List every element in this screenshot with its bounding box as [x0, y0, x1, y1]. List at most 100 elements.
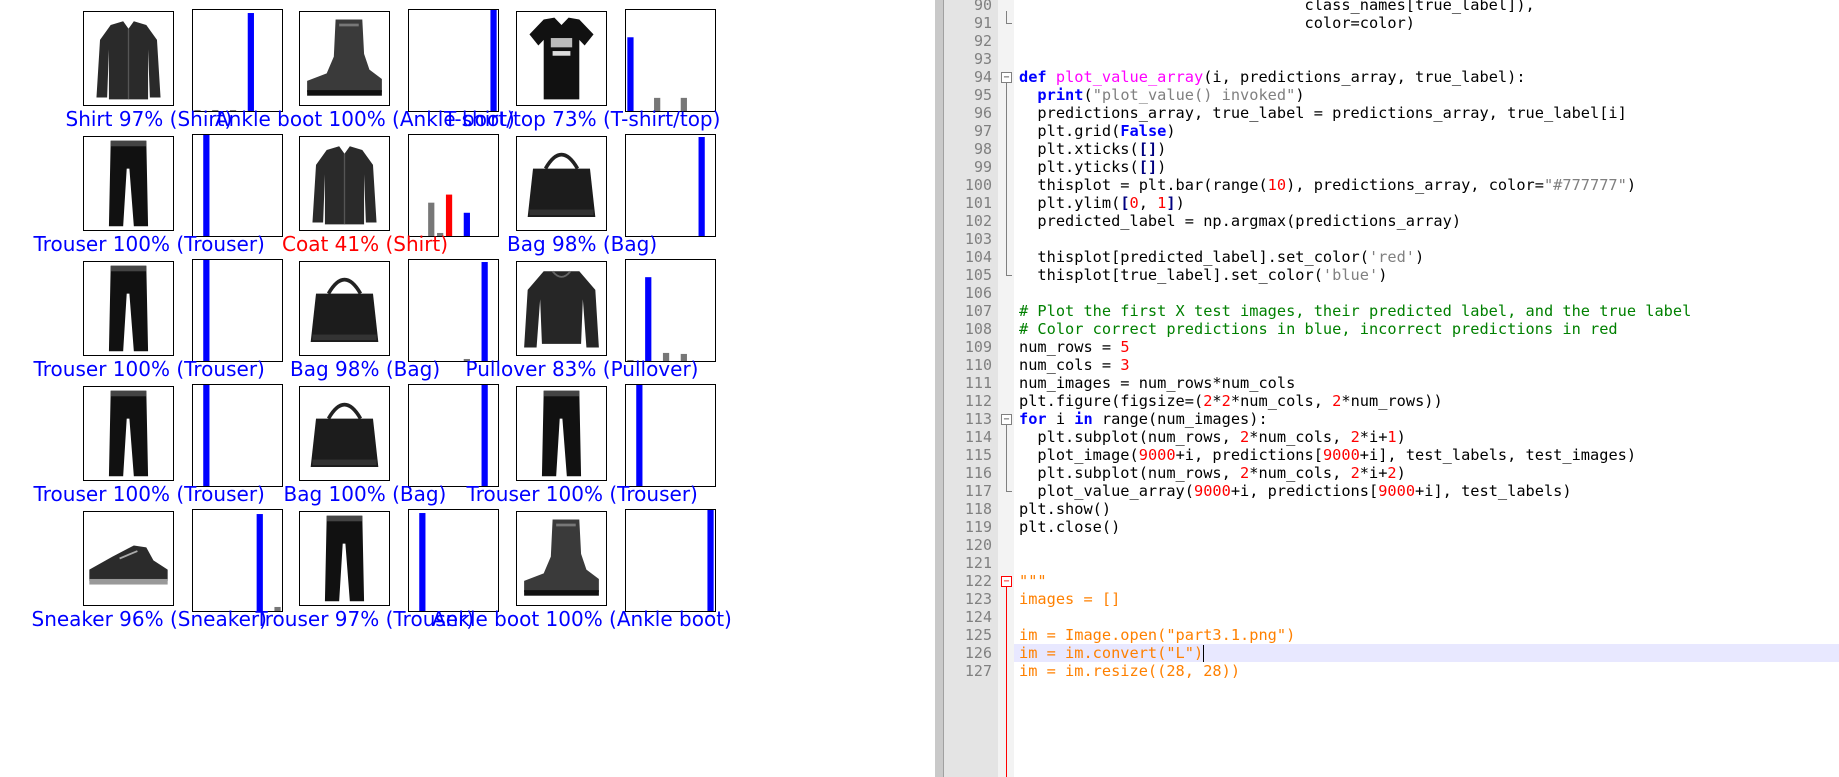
code-token: 9000: [1193, 482, 1231, 500]
code-token: plt.subplot(num_rows,: [1019, 428, 1241, 446]
probability-bar-chart: [408, 134, 499, 237]
line-number: 123: [964, 590, 992, 608]
probability-bar-6: [463, 212, 470, 236]
code-token: 2: [1240, 428, 1250, 446]
code-line[interactable]: # Plot the first X test images, their pr…: [1019, 302, 1691, 320]
code-token: plt.ylim(: [1019, 194, 1121, 212]
code-line[interactable]: print("plot_value() invoked"): [1019, 86, 1304, 104]
code-line[interactable]: predicted_label = np.argmax(predictions_…: [1019, 212, 1461, 230]
shirt-image: [83, 11, 174, 106]
code-token: (i, predictions_array, true_label):: [1203, 68, 1526, 86]
code-line[interactable]: class_names[true_label]),: [1019, 0, 1534, 14]
fold-toggle-icon[interactable]: −: [1001, 576, 1012, 587]
code-token: plt.show(): [1019, 500, 1112, 518]
code-line[interactable]: num_rows = 5: [1019, 338, 1130, 356]
code-line[interactable]: plt.yticks([]): [1019, 158, 1166, 176]
code-line[interactable]: im = im.convert("L"): [1019, 644, 1205, 662]
code-line[interactable]: num_images = num_rows*num_cols: [1019, 374, 1295, 392]
prediction-figure: Shirt 97% (Shirt) Ankle boot 100% (Ankle …: [0, 0, 940, 777]
code-token: ): [1175, 194, 1185, 212]
code-token: []: [1138, 158, 1158, 176]
code-line[interactable]: plot_value_array(9000+i, predictions[900…: [1019, 482, 1571, 500]
code-token: +i, predictions[: [1175, 446, 1323, 464]
code-token: 2: [1387, 464, 1397, 482]
code-token: 3: [1120, 356, 1130, 374]
code-token: """: [1019, 572, 1047, 590]
code-line[interactable]: plot_image(9000+i, predictions[9000+i], …: [1019, 446, 1636, 464]
line-number: 120: [964, 536, 992, 554]
code-token: num_cols =: [1019, 356, 1121, 374]
probability-bar-chart: [192, 9, 283, 112]
probability-bar-chart: [192, 384, 283, 487]
code-line[interactable]: plt.subplot(num_rows, 2*num_cols, 2*i+1): [1019, 428, 1405, 446]
line-number: 119: [964, 518, 992, 536]
prediction-caption: Bag 98% (Bag): [290, 357, 441, 381]
code-line[interactable]: plt.close(): [1019, 518, 1120, 536]
code-line[interactable]: for i in range(num_images):: [1019, 410, 1268, 428]
line-number: 115: [964, 446, 992, 464]
line-number: 91: [973, 14, 992, 32]
code-token: plt.xticks(: [1019, 140, 1139, 158]
line-number: 96: [973, 104, 992, 122]
code-line[interactable]: # Color correct predictions in blue, inc…: [1019, 320, 1618, 338]
probability-bar-8: [481, 385, 488, 486]
code-token: in: [1074, 410, 1093, 428]
fold-toggle-icon[interactable]: −: [1001, 414, 1012, 425]
probability-bar-chart: [625, 259, 716, 362]
prediction-caption: Bag 98% (Bag): [507, 232, 658, 256]
code-token: 10: [1267, 176, 1287, 194]
line-number: 93: [973, 50, 992, 68]
code-token: *i+: [1359, 428, 1388, 446]
fold-toggle-icon[interactable]: −: [1001, 72, 1012, 83]
code-line[interactable]: thisplot = plt.bar(range(10), prediction…: [1019, 176, 1636, 194]
code-token: predictions_array, true_label = predicti…: [1019, 104, 1627, 122]
code-token: "#777777": [1543, 176, 1627, 194]
probability-bar-1: [203, 385, 210, 486]
code-token: 2: [1332, 392, 1342, 410]
code-line[interactable]: plt.ylim([0, 1]): [1019, 194, 1185, 212]
tshirt-image: [516, 11, 607, 106]
code-line[interactable]: color=color): [1019, 14, 1415, 32]
code-token: ): [1415, 248, 1425, 266]
code-token: 2: [1350, 464, 1360, 482]
line-number: 108: [964, 320, 992, 338]
code-line[interactable]: thisplot[true_label].set_color('blue'): [1019, 266, 1387, 284]
bag-image: [299, 261, 390, 356]
code-line[interactable]: im = Image.open("part3.1.png"): [1019, 626, 1295, 644]
probability-bar-chart: [192, 134, 283, 237]
code-line[interactable]: plt.figure(figsize=(2*2*num_cols, 2*num_…: [1019, 392, 1443, 410]
trouser-image: [299, 511, 390, 606]
line-number: 125: [964, 626, 992, 644]
prediction-caption: Sneaker 96% (Sneaker): [31, 607, 267, 631]
code-token: 5: [1120, 338, 1130, 356]
code-line[interactable]: num_cols = 3: [1019, 356, 1130, 374]
editor-scrollbar[interactable]: [935, 0, 944, 777]
code-line[interactable]: plt.grid(False): [1019, 122, 1175, 140]
text-cursor: [1203, 645, 1205, 662]
code-line[interactable]: predictions_array, true_label = predicti…: [1019, 104, 1627, 122]
probability-bar-2: [645, 277, 652, 361]
code-line[interactable]: im = im.resize((28, 28)): [1019, 662, 1240, 680]
code-token: *i+: [1359, 464, 1388, 482]
probability-bar-1: [419, 513, 426, 611]
code-token: *: [1212, 392, 1222, 410]
line-number: 100: [964, 176, 992, 194]
code-token: predicted_label = np.argmax(predictions_…: [1019, 212, 1462, 230]
code-token: ): [1396, 464, 1406, 482]
code-token: ), predictions_array, color=: [1286, 176, 1544, 194]
code-line[interactable]: def plot_value_array(i, predictions_arra…: [1019, 68, 1526, 86]
line-number: 121: [964, 554, 992, 572]
code-line[interactable]: plt.show(): [1019, 500, 1111, 518]
code-line[interactable]: plt.xticks([]): [1019, 140, 1166, 158]
code-line[interactable]: plt.subplot(num_rows, 2*num_cols, 2*i+2): [1019, 464, 1406, 482]
code-token: thisplot[predicted_label].set_color(: [1019, 248, 1369, 266]
probability-bar-chart: [408, 384, 499, 487]
line-number: 112: [964, 392, 992, 410]
code-token: 2: [1350, 428, 1360, 446]
code-line[interactable]: images = []: [1019, 590, 1120, 608]
code-line[interactable]: """: [1019, 572, 1047, 590]
code-token: *num_cols,: [1249, 464, 1351, 482]
code-line[interactable]: thisplot[predicted_label].set_color('red…: [1019, 248, 1424, 266]
probability-bar-2: [428, 202, 435, 236]
